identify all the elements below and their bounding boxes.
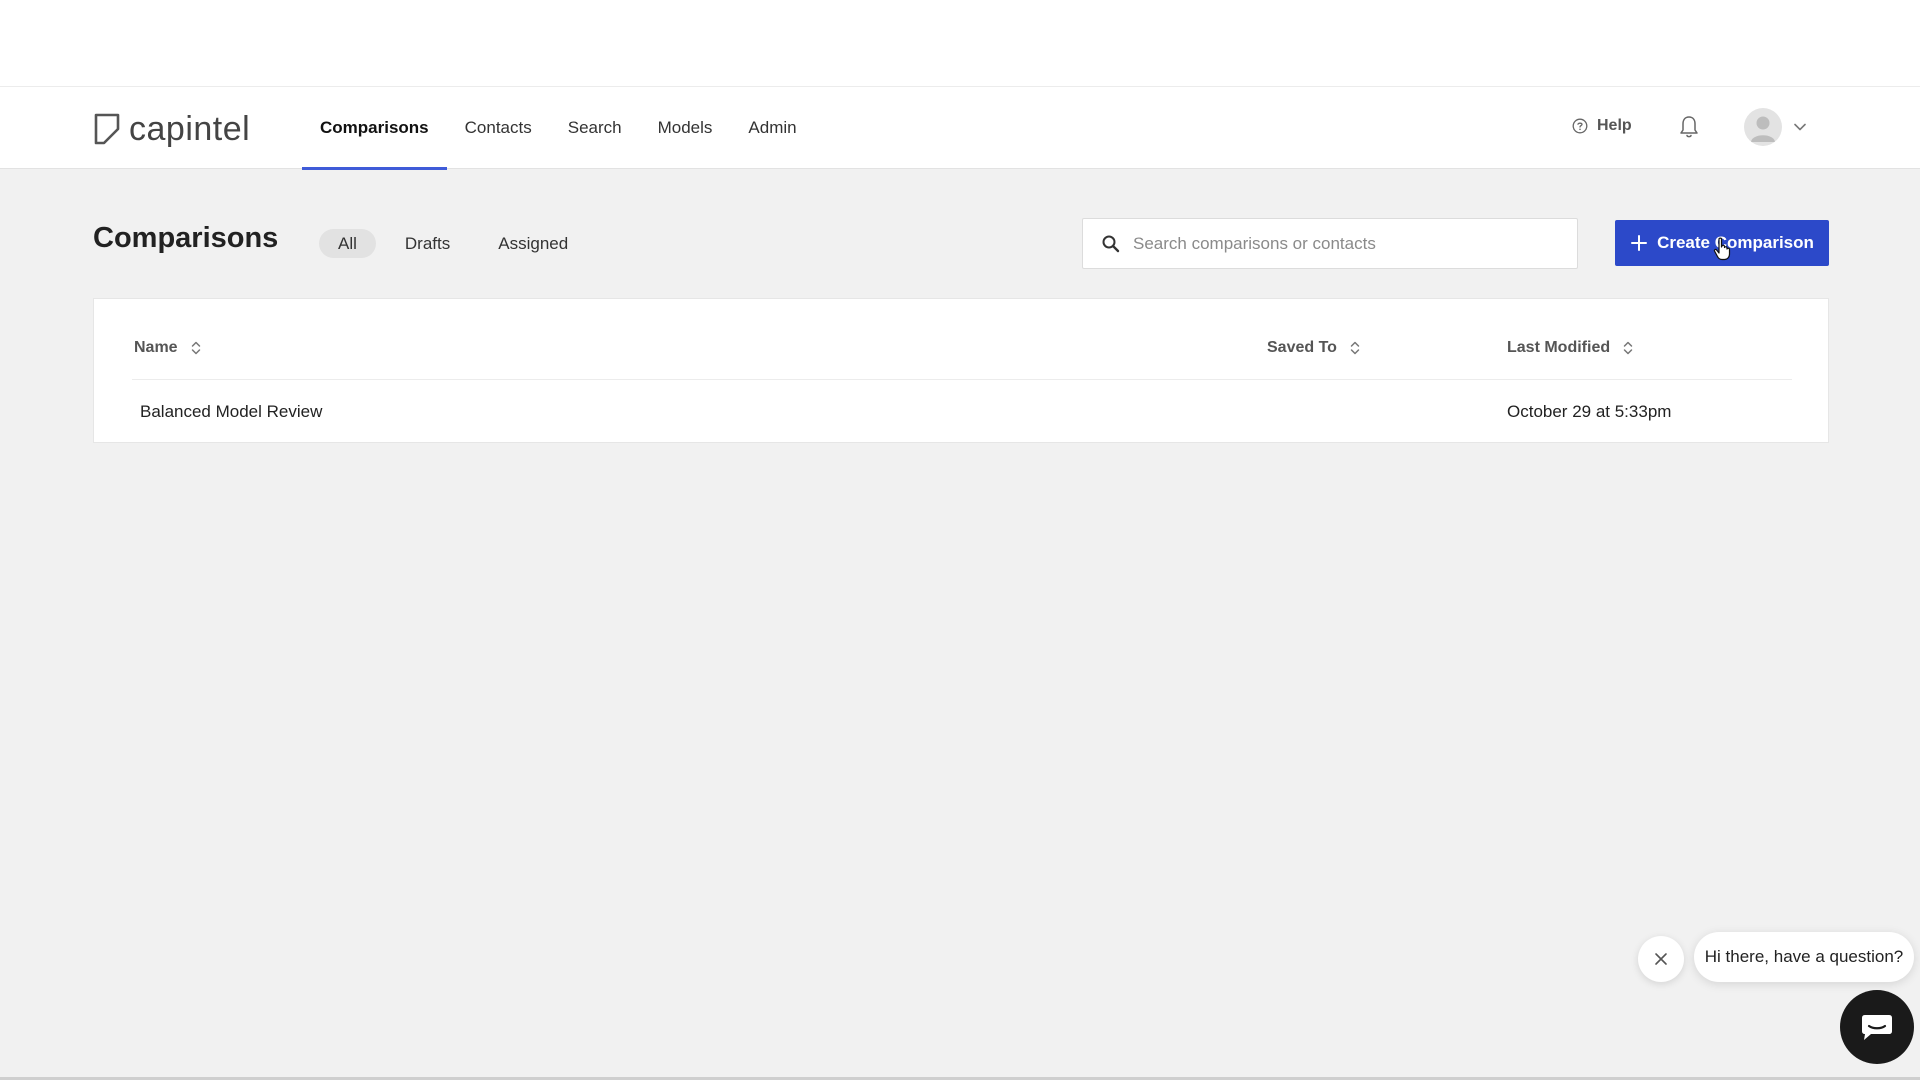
chat-greeting-bubble[interactable]: Hi there, have a question?: [1694, 932, 1914, 982]
create-comparison-button[interactable]: Create Comparison: [1615, 220, 1829, 266]
create-comparison-label: Create Comparison: [1657, 233, 1814, 252]
main-nav: Comparisons Contacts Search Models Admin: [302, 87, 815, 170]
filter-all[interactable]: All: [319, 229, 376, 258]
browser-top-area: [0, 0, 1920, 86]
chat-dismiss-button[interactable]: [1638, 936, 1684, 982]
user-avatar[interactable]: [1744, 108, 1782, 146]
nav-item-comparisons[interactable]: Comparisons: [302, 87, 447, 170]
row-name[interactable]: Balanced Model Review: [140, 402, 322, 422]
filter-drafts[interactable]: Drafts: [386, 229, 469, 258]
logo-text: capintel: [129, 109, 251, 148]
column-header-saved-to[interactable]: Saved To: [1267, 339, 1361, 357]
help-label: Help: [1597, 117, 1632, 134]
nav-item-search[interactable]: Search: [550, 87, 640, 169]
column-header-saved-to-label: Saved To: [1267, 339, 1337, 356]
column-header-name-label: Name: [134, 339, 178, 356]
help-link[interactable]: Help: [1572, 117, 1632, 135]
filter-assigned[interactable]: Assigned: [479, 229, 587, 258]
user-avatar-icon: [1751, 116, 1775, 142]
chat-icon: [1862, 1015, 1892, 1040]
close-icon: [1655, 953, 1667, 965]
chat-greeting-text: Hi there, have a question?: [1704, 947, 1904, 966]
chevron-down-icon[interactable]: [1792, 120, 1808, 134]
column-header-last-modified[interactable]: Last Modified: [1507, 339, 1634, 357]
nav-item-contacts[interactable]: Contacts: [447, 87, 550, 169]
plus-icon: [1631, 235, 1648, 251]
comparisons-table: Name Saved To Last Modified Balanced Mod…: [93, 298, 1829, 443]
sort-icon: [191, 341, 200, 355]
search-input[interactable]: [1133, 233, 1553, 254]
nav-item-admin[interactable]: Admin: [730, 87, 814, 169]
page-title: Comparisons: [93, 222, 279, 254]
search-box: [1082, 218, 1578, 269]
filter-tabs: All Drafts Assigned: [319, 229, 597, 258]
bell-icon[interactable]: [1678, 114, 1700, 140]
column-header-name[interactable]: Name: [134, 339, 202, 357]
nav-item-models[interactable]: Models: [640, 87, 731, 169]
sort-icon: [1350, 341, 1360, 355]
table-row[interactable]: Balanced Model Review October 29 at 5:33…: [94, 381, 1830, 443]
chat-launcher-button[interactable]: [1840, 990, 1914, 1064]
sort-icon: [1623, 341, 1633, 355]
table-header: Name Saved To Last Modified: [132, 299, 1792, 380]
search-icon: [1102, 235, 1120, 252]
logo[interactable]: capintel: [93, 107, 250, 151]
row-last-modified: October 29 at 5:33pm: [1507, 402, 1672, 421]
capintel-logo-icon: [94, 113, 120, 145]
top-navbar: capintel Comparisons Contacts Search Mod…: [0, 86, 1920, 170]
column-header-last-modified-label: Last Modified: [1507, 339, 1611, 356]
question-circle-icon: [1572, 118, 1588, 134]
